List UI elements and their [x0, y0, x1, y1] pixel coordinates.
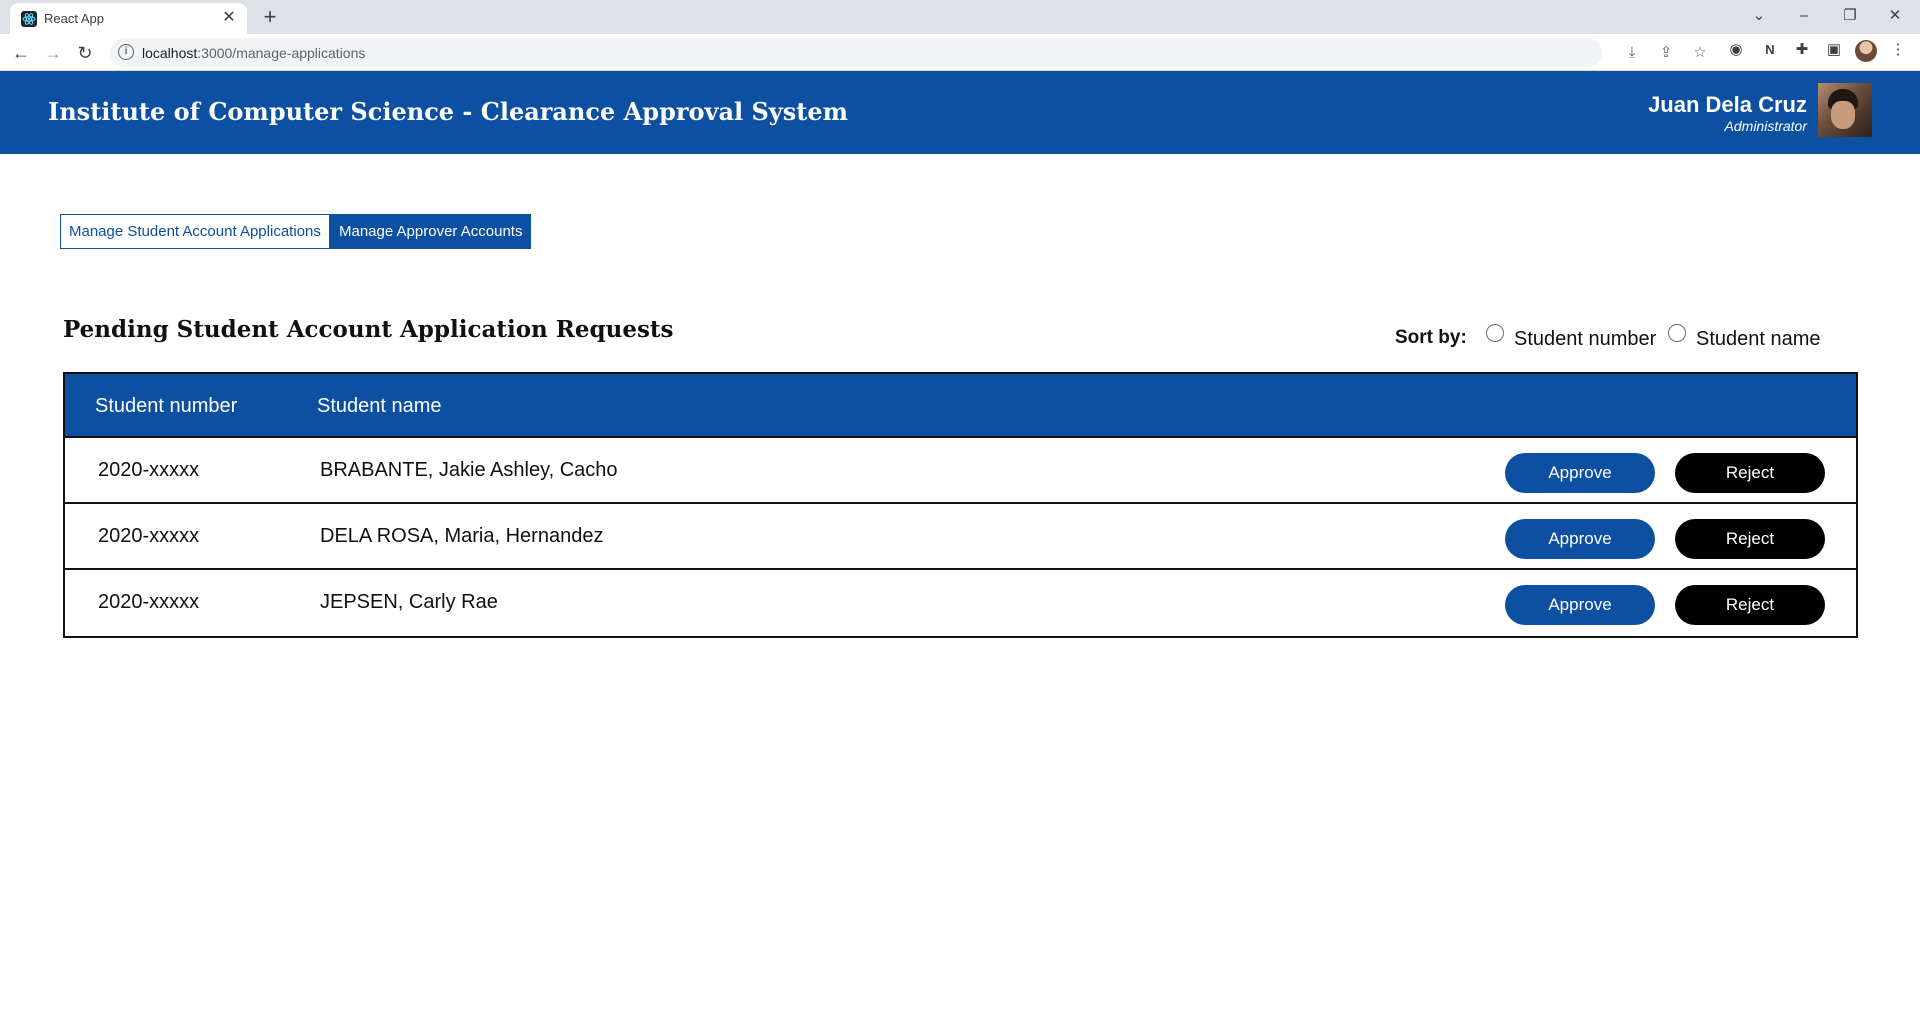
app-header: Institute of Computer Science - Clearanc…: [0, 71, 1920, 154]
approve-button[interactable]: Approve: [1505, 519, 1655, 559]
side-panel-icon[interactable]: ▣: [1824, 40, 1844, 60]
sort-student-number-radio[interactable]: [1486, 324, 1504, 342]
student-name-cell: DELA ROSA, Maria, Hernandez: [320, 525, 604, 547]
puzzle-icon[interactable]: ✚: [1792, 40, 1812, 60]
install-icon[interactable]: ⤓: [1622, 43, 1642, 63]
restore-icon[interactable]: ❐: [1833, 4, 1867, 28]
manage-approver-accounts-button[interactable]: Manage Approver Accounts: [330, 214, 531, 249]
user-role: Administrator: [1724, 118, 1807, 134]
minimize-icon[interactable]: –: [1787, 4, 1821, 28]
site-info-icon[interactable]: i: [118, 44, 134, 60]
student-number-cell: 2020-xxxxx: [98, 459, 200, 481]
notion-icon[interactable]: N: [1760, 40, 1780, 60]
student-name-cell: BRABANTE, Jakie Ashley, Cacho: [320, 459, 618, 481]
approve-button[interactable]: Approve: [1505, 585, 1655, 625]
share-icon[interactable]: ⇪: [1656, 43, 1676, 63]
new-tab-icon[interactable]: +: [258, 6, 282, 28]
sort-student-number-label[interactable]: Student number: [1514, 328, 1656, 351]
table-row: 2020-xxxxx JEPSEN, Carly Rae Approve Rej…: [65, 570, 1856, 636]
student-number-cell: 2020-xxxxx: [98, 525, 200, 547]
browser-tab[interactable]: React App ✕: [10, 3, 247, 34]
avatar[interactable]: [1818, 83, 1872, 137]
approve-button[interactable]: Approve: [1505, 453, 1655, 493]
admin-nav: Manage Student Account Applications Mana…: [60, 214, 531, 249]
reload-icon[interactable]: ↻: [72, 40, 98, 66]
table-header: Student number Student name: [65, 374, 1856, 438]
bookmark-star-icon[interactable]: ☆: [1690, 43, 1710, 63]
page-title: Pending Student Account Application Requ…: [63, 316, 674, 343]
close-window-icon[interactable]: ✕: [1878, 4, 1912, 28]
manage-student-applications-button[interactable]: Manage Student Account Applications: [60, 214, 330, 249]
back-icon[interactable]: ←: [8, 40, 34, 66]
sort-student-name-label[interactable]: Student name: [1696, 328, 1821, 351]
table-row: 2020-xxxxx BRABANTE, Jakie Ashley, Cacho…: [65, 438, 1856, 504]
menu-icon[interactable]: ⋮: [1888, 40, 1908, 60]
sort-label: Sort by:: [1395, 327, 1467, 348]
sort-student-name-radio[interactable]: [1668, 324, 1686, 342]
user-name: Juan Dela Cruz: [1648, 92, 1807, 117]
student-number-cell: 2020-xxxxx: [98, 591, 200, 613]
address-bar[interactable]: i localhost:3000/manage-applications ⤓ ⇪…: [110, 38, 1707, 67]
profile-avatar[interactable]: [1855, 40, 1877, 62]
tab-search-icon[interactable]: ⌄: [1742, 4, 1776, 28]
react-icon: [21, 11, 37, 27]
app-title: Institute of Computer Science - Clearanc…: [48, 97, 849, 126]
student-name-cell: JEPSEN, Carly Rae: [320, 591, 498, 613]
applications-table: Student number Student name 2020-xxxxx B…: [63, 372, 1858, 638]
reject-button[interactable]: Reject: [1675, 519, 1825, 559]
extension-icon[interactable]: ◉: [1726, 40, 1746, 60]
browser-toolbar: ← → ↻ i localhost:3000/manage-applicatio…: [0, 34, 1920, 71]
tab-title: React App: [44, 11, 104, 26]
column-header-student-number: Student number: [95, 395, 238, 417]
close-tab-icon[interactable]: ✕: [219, 8, 239, 28]
reject-button[interactable]: Reject: [1675, 585, 1825, 625]
reject-button[interactable]: Reject: [1675, 453, 1825, 493]
table-row: 2020-xxxxx DELA ROSA, Maria, Hernandez A…: [65, 504, 1856, 570]
forward-icon[interactable]: →: [40, 40, 66, 66]
browser-tab-bar: React App ✕ + ⌄ – ❐ ✕: [0, 0, 1920, 34]
url-text[interactable]: localhost:3000/manage-applications: [142, 45, 365, 61]
column-header-student-name: Student name: [317, 395, 442, 417]
